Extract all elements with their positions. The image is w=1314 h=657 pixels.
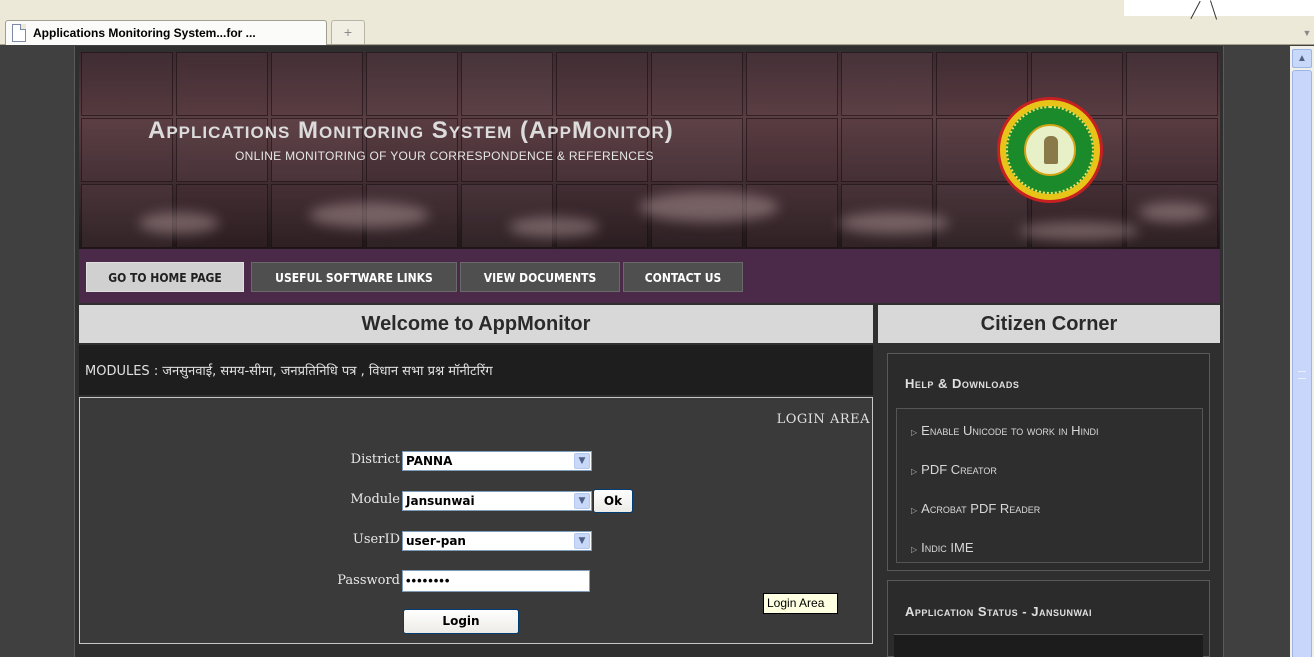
- city-light: [309, 202, 429, 228]
- login-area-label: LOGIN AREA: [776, 412, 870, 427]
- new-tab-button[interactable]: +: [331, 20, 365, 44]
- page-icon: [12, 24, 26, 42]
- chevron-down-icon[interactable]: ▼: [574, 533, 590, 549]
- userid-select[interactable]: user-pan ▼: [402, 531, 592, 551]
- skyline-window: [1126, 52, 1218, 116]
- arrow-bullet-icon: ▷: [911, 467, 918, 476]
- help-downloads-panel: Help & Downloads ▷ Enable Unicode to work…: [887, 353, 1210, 571]
- ok-button[interactable]: Ok: [593, 489, 633, 513]
- chevron-down-icon[interactable]: ▼: [574, 493, 590, 509]
- modules-list: MODULES : जनसुनवाई, समय-सीमा, जनप्रतिनिध…: [79, 345, 873, 395]
- skyline-window: [556, 184, 648, 248]
- skyline-window: [651, 52, 743, 116]
- city-light: [839, 212, 949, 234]
- help-link-label: Enable Unicode to work in Hindi: [921, 423, 1099, 438]
- skyline-window: [841, 118, 933, 182]
- welcome-heading: Welcome to AppMonitor: [79, 305, 873, 343]
- login-area-tooltip: Login Area: [763, 593, 838, 614]
- skyline-window: [176, 52, 268, 116]
- userid-select-value: user-pan: [406, 534, 466, 548]
- help-downloads-title: Help & Downloads: [905, 376, 1020, 391]
- skyline-window: [936, 52, 1028, 116]
- city-light: [639, 192, 779, 222]
- module-label: Module: [350, 492, 400, 507]
- skyline-window: [271, 52, 363, 116]
- help-link-label: Acrobat PDF Reader: [921, 501, 1041, 516]
- city-light: [509, 217, 599, 237]
- help-link-label: Indic IME: [921, 540, 974, 555]
- skyline-window: [461, 52, 553, 116]
- help-downloads-list: ▷ Enable Unicode to work in Hindi ▷ PDF Cr…: [896, 408, 1203, 563]
- login-button[interactable]: Login: [403, 609, 519, 634]
- browser-tab[interactable]: Applications Monitoring System...for ...: [5, 20, 327, 45]
- arrow-bullet-icon: ▷: [911, 428, 918, 437]
- scrollbar-grip-icon: [1298, 371, 1306, 379]
- userid-label: UserID: [352, 532, 400, 547]
- application-status-panel: Application Status - Jansunwai: [887, 580, 1210, 657]
- chevron-down-icon[interactable]: ▼: [574, 453, 590, 469]
- help-link-enable-unicode[interactable]: ▷ Enable Unicode to work in Hindi: [911, 423, 1099, 438]
- scrollbar-thumb[interactable]: [1292, 70, 1312, 657]
- skyline-window: [1126, 118, 1218, 182]
- help-link-acrobat-reader[interactable]: ▷ Acrobat PDF Reader: [911, 501, 1040, 516]
- emblem-center: [1024, 124, 1076, 176]
- module-select-value: Jansunwai: [406, 494, 475, 508]
- window-corner: [1124, 0, 1314, 16]
- citizen-corner-heading: Citizen Corner: [878, 305, 1220, 343]
- city-light: [1139, 202, 1209, 222]
- scroll-up-arrow-icon[interactable]: ▲: [1292, 49, 1312, 68]
- module-select[interactable]: Jansunwai ▼: [402, 491, 592, 511]
- nav-useful-software-links[interactable]: USEFUL SOFTWARE LINKS: [251, 262, 457, 292]
- nav-home[interactable]: GO TO HOME PAGE: [86, 262, 244, 292]
- header-banner: Applications Monitoring System (AppMonit…: [79, 52, 1220, 249]
- login-panel: LOGIN AREA District PANNA ▼ Module Jansu…: [79, 397, 873, 644]
- nav-contact-us[interactable]: CONTACT US: [623, 262, 743, 292]
- app-subtitle: ONLINE MONITORING OF YOUR CORRESPONDENCE…: [235, 149, 654, 163]
- password-label: Password: [337, 573, 400, 588]
- district-select-value: PANNA: [406, 454, 453, 468]
- skyline-window: [746, 52, 838, 116]
- skyline-window: [746, 118, 838, 182]
- skyline-window: [81, 52, 173, 116]
- browser-tab-bar: Applications Monitoring System...for ...…: [0, 0, 1314, 45]
- password-input[interactable]: ••••••••: [402, 570, 590, 592]
- application-status-content: [894, 634, 1203, 657]
- help-link-indic-ime[interactable]: ▷ Indic IME: [911, 540, 974, 555]
- app-title: Applications Monitoring System (AppMonit…: [148, 117, 674, 144]
- district-select[interactable]: PANNA ▼: [402, 451, 592, 471]
- vertical-scrollbar[interactable]: ▲: [1290, 46, 1314, 657]
- nav-view-documents[interactable]: VIEW DOCUMENTS: [460, 262, 620, 292]
- skyline-window: [841, 52, 933, 116]
- city-light: [1019, 222, 1139, 240]
- lion-capital-icon: [1044, 136, 1058, 164]
- help-link-pdf-creator[interactable]: ▷ PDF Creator: [911, 462, 997, 477]
- arrow-bullet-icon: ▷: [911, 506, 918, 515]
- skyline-window: [556, 52, 648, 116]
- skyline-window: [461, 184, 553, 248]
- arrow-bullet-icon: ▷: [911, 545, 918, 554]
- tab-title: Applications Monitoring System...for ...: [33, 26, 256, 40]
- state-emblem-logo: [1000, 100, 1100, 200]
- skyline-window: [936, 184, 1028, 248]
- district-label: District: [350, 452, 400, 467]
- tab-list-dropdown-icon[interactable]: ▼: [1300, 22, 1314, 44]
- skyline-window: [366, 52, 458, 116]
- help-link-label: PDF Creator: [921, 462, 997, 477]
- application-status-title: Application Status - Jansunwai: [905, 604, 1092, 619]
- page-container: Applications Monitoring System (AppMonit…: [74, 46, 1224, 657]
- main-navigation: GO TO HOME PAGE USEFUL SOFTWARE LINKS VI…: [79, 249, 1220, 303]
- city-light: [139, 212, 219, 234]
